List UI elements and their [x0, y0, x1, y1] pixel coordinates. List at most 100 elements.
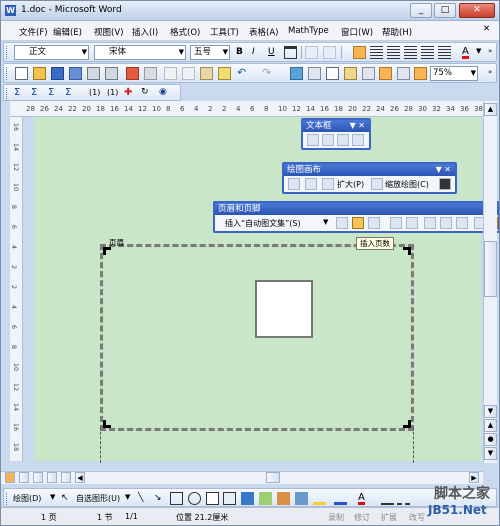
research-icon[interactable]: [144, 67, 157, 80]
close-doc-icon[interactable]: ✕: [483, 24, 490, 34]
underline-button[interactable]: U: [268, 47, 275, 57]
chevron-down-icon[interactable]: ▼: [476, 47, 481, 55]
font-color-icon[interactable]: A: [358, 493, 365, 505]
size-dropdown[interactable]: 五号 ▼: [190, 45, 230, 60]
close-button[interactable]: ✕: [459, 3, 495, 18]
show-hide-icon[interactable]: [414, 67, 427, 80]
insert-time-icon[interactable]: [406, 217, 418, 229]
fit-icon[interactable]: [288, 178, 300, 190]
scroll-thumb[interactable]: [484, 241, 497, 297]
horizontal-ruler[interactable]: 28 26 24 22 20 18 16 14 12 10 8 6 4 2 2 4 6 8 10 12 14 16 18 20…: [10, 101, 497, 117]
menu-file[interactable]: 文件(F): [19, 26, 48, 38]
print-preview-icon[interactable]: [105, 67, 118, 80]
align-left-icon[interactable]: [353, 46, 366, 59]
scale-drawing-button[interactable]: 缩放绘图(C): [385, 179, 429, 190]
menu-view[interactable]: 视图(V): [94, 26, 123, 38]
menu-insert[interactable]: 插入(I): [132, 26, 158, 38]
update-numbers-icon[interactable]: ↻: [141, 87, 149, 97]
insert-break-icon[interactable]: ✚: [124, 87, 132, 98]
sigma-inline-icon[interactable]: Σ: [31, 87, 37, 98]
menu-help[interactable]: 帮助(H): [382, 26, 412, 38]
page-setup-icon[interactable]: [424, 217, 436, 229]
line-icon[interactable]: ╲: [138, 493, 143, 503]
print-view-icon[interactable]: [33, 472, 43, 483]
status-track-changes[interactable]: 修订: [354, 512, 370, 523]
equation-number-icon[interactable]: (1): [89, 88, 100, 97]
hyperlink-icon[interactable]: [290, 67, 303, 80]
text-box-shape[interactable]: [255, 280, 313, 338]
menu-edit[interactable]: 编辑(E): [53, 26, 82, 38]
scroll-down-icon[interactable]: ▼: [484, 405, 497, 418]
arrow-icon[interactable]: ↘: [154, 493, 162, 503]
textbox-icon[interactable]: [206, 492, 219, 505]
italic-button[interactable]: I: [252, 47, 255, 57]
reading-view-icon[interactable]: [61, 472, 71, 483]
distribute-icon[interactable]: [421, 46, 434, 59]
line-spacing-icon[interactable]: [438, 46, 451, 59]
crop-handle[interactable]: [403, 247, 411, 255]
header-drawing-canvas[interactable]: [100, 244, 414, 431]
bold-button[interactable]: B: [236, 47, 243, 57]
menu-table[interactable]: 表格(A): [249, 26, 278, 38]
insert-table-icon[interactable]: [326, 67, 339, 80]
document-map-icon[interactable]: [397, 67, 410, 80]
insert-date-icon[interactable]: [390, 217, 402, 229]
sigma-display-icon[interactable]: Σ: [48, 87, 54, 98]
crop-handle[interactable]: [103, 247, 111, 255]
page-number-icon[interactable]: [336, 217, 348, 229]
format-painter-icon[interactable]: [218, 67, 231, 80]
copy-icon[interactable]: [182, 67, 195, 80]
header-footer-toolbar-title[interactable]: 页眉和页脚: [215, 203, 498, 215]
format-page-number-icon[interactable]: [368, 217, 380, 229]
toolbar-options-icon[interactable]: »: [488, 68, 492, 76]
web-view-icon[interactable]: [19, 472, 29, 483]
zoom-dropdown[interactable]: 75% ▼: [430, 66, 478, 81]
select-browse-object-icon[interactable]: ●: [484, 433, 497, 446]
justify-icon[interactable]: [404, 46, 417, 59]
char-border-icon[interactable]: [305, 46, 318, 59]
menu-window[interactable]: 窗口(W): [341, 26, 373, 38]
previous-textbox-icon[interactable]: [337, 134, 349, 146]
chevron-down-icon[interactable]: ▼: [125, 493, 130, 501]
sigma-right-icon[interactable]: Σ: [65, 87, 71, 98]
wordart-icon[interactable]: [241, 492, 254, 505]
toolbar-grip[interactable]: [6, 492, 9, 505]
scale-drawing-icon[interactable]: [371, 178, 383, 190]
same-as-previous-icon[interactable]: [456, 217, 468, 229]
tables-borders-icon[interactable]: [308, 67, 321, 80]
textbox-toolbar-title[interactable]: 文本框 ▼ ✕: [303, 120, 369, 132]
oval-icon[interactable]: [188, 492, 201, 505]
maximize-button[interactable]: □: [434, 3, 456, 18]
font-color-button[interactable]: A: [462, 47, 469, 59]
style-dropdown[interactable]: 正文 ▼: [14, 45, 89, 60]
menu-format[interactable]: 格式(O): [170, 26, 200, 38]
menu-mathtype[interactable]: MathType: [288, 26, 329, 36]
char-shading-icon[interactable]: [323, 46, 336, 59]
horizontal-scrollbar[interactable]: ◀ ▶: [1, 471, 483, 484]
line-color-icon[interactable]: [334, 492, 347, 505]
permission-icon[interactable]: [69, 67, 82, 80]
close-icon[interactable]: ▼ ✕: [436, 164, 451, 176]
spelling-icon[interactable]: [126, 67, 139, 80]
toolbar-options-icon[interactable]: »: [488, 47, 492, 55]
align-right-icon[interactable]: [387, 46, 400, 59]
vertical-ruler[interactable]: 16 14 12 10 8 6 4 2 2 4 6 8 10 12 14 16 18: [10, 117, 23, 461]
vertical-scrollbar[interactable]: ▲ ▼ ▲ ● ▼: [483, 101, 497, 463]
columns-icon[interactable]: [362, 67, 375, 80]
expand-button[interactable]: 扩大(P): [337, 179, 364, 190]
sigma-icon[interactable]: Σ: [14, 87, 20, 98]
line-style-icon[interactable]: [381, 492, 394, 505]
new-document-icon[interactable]: [15, 67, 28, 80]
scroll-up-icon[interactable]: ▲: [484, 103, 497, 116]
undo-icon[interactable]: ↶: [237, 67, 250, 80]
autoshapes-button[interactable]: 自选图形(U): [76, 493, 120, 504]
vertical-textbox-icon[interactable]: [223, 492, 236, 505]
insert-excel-icon[interactable]: [344, 67, 357, 80]
clipart-icon[interactable]: [277, 492, 290, 505]
draw-menu-button[interactable]: 绘图(D): [13, 493, 41, 504]
mathtype-web-icon[interactable]: ◉: [159, 87, 167, 97]
fill-color-icon[interactable]: [313, 492, 326, 505]
rectangle-icon[interactable]: [170, 492, 183, 505]
expand-icon[interactable]: [322, 178, 334, 190]
insert-autotext-button[interactable]: 插入“自动图文集”(S): [225, 218, 301, 229]
